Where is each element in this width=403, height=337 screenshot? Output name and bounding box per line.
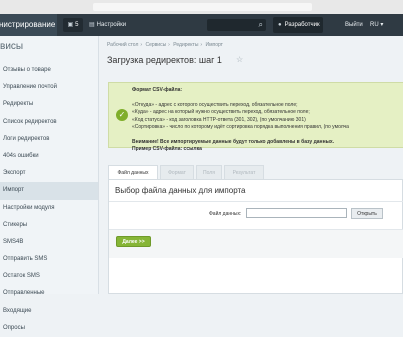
check-icon: ✓ — [116, 109, 128, 121]
sidebar-item-import[interactable]: Импорт — [0, 182, 98, 200]
notifications-count: 5 — [75, 22, 79, 28]
notifications-button[interactable]: ▣ 5 — [63, 18, 83, 32]
gear-icon: ▤ — [89, 22, 95, 28]
tab-result[interactable]: Результат — [224, 165, 264, 179]
sidebar-item-mail[interactable]: Управление почтой — [0, 79, 98, 96]
breadcrumb-item[interactable]: Сервисы — [145, 42, 166, 48]
info-line: Пример CSV-файла: ссылка — [132, 146, 202, 153]
bell-icon: ▣ — [67, 22, 74, 28]
language-label: RU — [370, 22, 379, 28]
user-menu[interactable]: ● Разработчик — [273, 17, 323, 33]
page-title: Загрузка редиректов: шаг 1 — [107, 55, 222, 65]
sidebar-item-redirect-logs[interactable]: Логи редиректов — [0, 131, 98, 148]
breadcrumb-item[interactable]: Рабочий стол — [107, 42, 138, 48]
breadcrumb-item: Импорт — [205, 42, 223, 48]
open-button[interactable]: Открыть — [351, 208, 383, 219]
tab-fields[interactable]: Поля — [196, 165, 222, 179]
sidebar-heading: висы — [0, 41, 24, 52]
sidebar-item-redirects[interactable]: Редиректы — [0, 96, 98, 113]
address-bar[interactable] — [93, 3, 312, 11]
info-line: «Код статуса» - код заголовка HTTP-ответ… — [132, 116, 306, 123]
sidebar-item-module-settings[interactable]: Настройки модуля — [0, 200, 98, 217]
admin-title: нистрирование — [0, 14, 57, 36]
panel-title: Выбор файла данных для импорта — [115, 186, 246, 195]
sidebar-item-send-sms[interactable]: Отправить SMS — [0, 251, 98, 268]
info-line — [132, 94, 349, 101]
import-panel: Выбор файла данных для импорта Файл данн… — [108, 179, 403, 294]
logout-link[interactable]: Выйти — [345, 14, 363, 36]
settings-link[interactable]: ▤ Настройки — [89, 14, 126, 36]
sidebar-item-404-errors[interactable]: 404s ошибки — [0, 148, 98, 165]
info-text: Формат CSV-файла: «Откуда» - адрес с кот… — [132, 87, 349, 154]
info-line: Формат CSV-файла: — [132, 87, 183, 93]
sidebar-item-stickers[interactable]: Стикеры — [0, 217, 98, 234]
info-line: «Куда» - адрес на который нужно осуществ… — [132, 109, 310, 116]
info-line — [132, 131, 349, 138]
star-icon[interactable]: ☆ — [236, 55, 243, 64]
sidebar-item-polls[interactable]: Опросы — [0, 320, 98, 337]
info-message: ✓ Формат CSV-файла: «Откуда» - адрес с к… — [108, 82, 403, 152]
sidebar-item-sent[interactable]: Отправленные — [0, 285, 98, 302]
sidebar: висы Отзывы о товаре Управление почтой Р… — [0, 36, 99, 331]
settings-label: Настройки — [96, 22, 127, 28]
file-path-input[interactable] — [246, 208, 347, 218]
divider — [109, 201, 403, 202]
breadcrumb-item[interactable]: Редиректы — [173, 42, 198, 48]
breadcrumb-separator: › — [168, 42, 170, 48]
file-label: Файл данных: — [209, 211, 242, 217]
breadcrumb-separator: › — [200, 42, 203, 48]
sidebar-item-inbox[interactable]: Входящие — [0, 303, 98, 320]
admin-topbar: нистрирование ▣ 5 ▤ Настройки ⌕ ● Разработч… — [0, 14, 403, 36]
chevron-down-icon: ▾ — [380, 22, 384, 28]
sidebar-item-sms-balance[interactable]: Остаток SMS — [0, 268, 98, 285]
info-line: «Сортировка» - число по которому идёт со… — [132, 124, 349, 131]
browser-toolbar — [0, 0, 403, 14]
user-icon: ● — [278, 22, 282, 28]
tabs: Файл данных Формат Поля Результат — [108, 165, 403, 179]
breadcrumb-separator: › — [140, 42, 143, 48]
panel-footer: Далее >> — [109, 229, 403, 258]
search-icon: ⌕ — [258, 20, 263, 29]
user-label: Разработчик — [284, 22, 320, 28]
next-button[interactable]: Далее >> — [116, 236, 151, 247]
sidebar-item-export[interactable]: Экспорт — [0, 165, 98, 182]
tab-data-file[interactable]: Файл данных — [108, 165, 158, 179]
sidebar-item-reviews[interactable]: Отзывы о товаре — [0, 62, 98, 79]
tab-format[interactable]: Формат — [160, 165, 194, 179]
sidebar-menu: Отзывы о товаре Управление почтой Редире… — [0, 62, 98, 337]
sidebar-item-sms4b[interactable]: SMS4B — [0, 234, 98, 251]
language-select[interactable]: RU ▾ — [370, 14, 383, 36]
search-input[interactable]: ⌕ — [207, 19, 266, 31]
main-content: Рабочий стол › Сервисы › Редиректы › Импорт… — [99, 36, 403, 294]
breadcrumb: Рабочий стол › Сервисы › Редиректы › Импорт — [107, 42, 225, 48]
sidebar-item-redirect-list[interactable]: Список редиректов — [0, 114, 98, 131]
